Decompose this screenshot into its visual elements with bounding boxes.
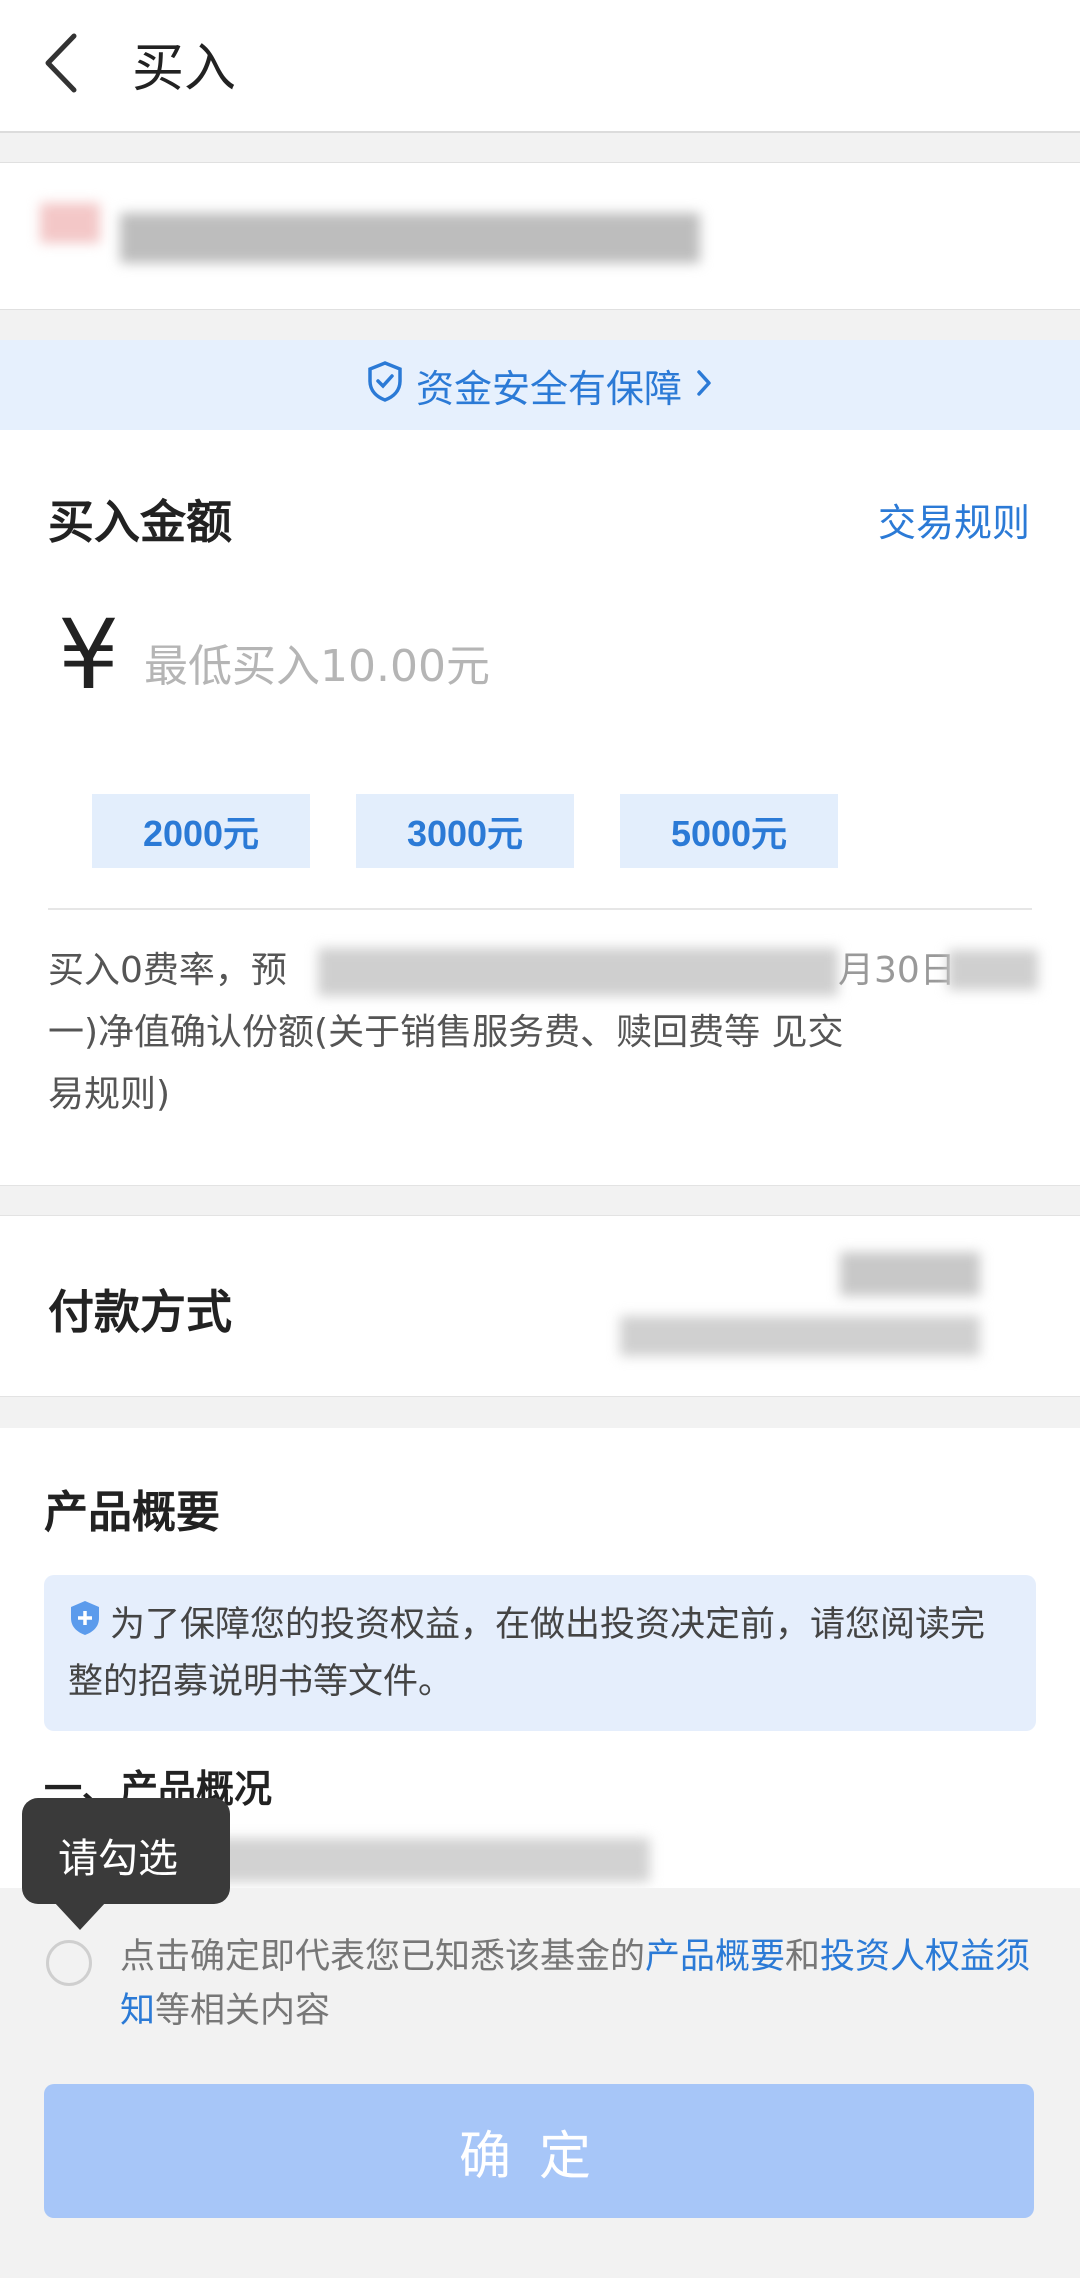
payment-method-title: 付款方式 [48, 1285, 232, 1339]
amount-input[interactable]: 最低买入10.00元 [144, 630, 490, 694]
payment-method-row[interactable]: 付款方式 [0, 1215, 1080, 1397]
buy-amount-title: 买入金额 [48, 495, 232, 549]
notice-line1-end: 月30日 [838, 950, 956, 991]
notice-line2-end: 见交 [771, 1012, 844, 1053]
notice-obscured [318, 948, 838, 996]
fund-logo-obscured [40, 203, 100, 243]
overview-content-obscured [160, 1838, 650, 1882]
confirm-button[interactable]: 确定 [44, 2084, 1034, 2218]
buy-amount-section: 买入金额 交易规则 ¥ 最低买入10.00元 2000元 3000元 5000元… [0, 430, 1080, 1186]
agreement-prefix: 点击确定即代表您已知悉该基金的 [120, 1937, 646, 1977]
fund-safety-banner[interactable]: 资金安全有保障 [0, 340, 1080, 430]
notice-line3: 易规则) [48, 1074, 171, 1115]
tip-text: 为了保障您的投资权益，在做出投资决定前，请您阅读完整的招募说明书等文件。 [68, 1605, 986, 1702]
back-arrow-icon[interactable] [42, 28, 82, 98]
investor-protection-tip: 为了保障您的投资权益，在做出投资决定前，请您阅读完整的招募说明书等文件。 [44, 1575, 1036, 1731]
agreement-checkbox[interactable] [46, 1940, 92, 1986]
notice-obscured [948, 950, 1038, 990]
quick-amount-3000-button[interactable]: 3000元 [356, 794, 574, 868]
product-summary-title: 产品概要 [44, 1487, 220, 1538]
page-title: 买入 [132, 39, 237, 99]
fund-info-card[interactable] [0, 162, 1080, 310]
agreement-suffix: 等相关内容 [155, 1991, 331, 2031]
fee-notice-text: 买入0费率，预 月30日 一)净值确认份额(关于销售服务费、赎回费等 见交 易规… [48, 940, 1038, 1126]
quick-amount-5000-button[interactable]: 5000元 [620, 794, 838, 868]
trading-rules-link[interactable]: 交易规则 [878, 492, 1030, 547]
safety-banner-text: 资金安全有保障 [415, 366, 682, 411]
notice-line2-start: 一)净值确认份额(关于销售服务费、赎回费等 [48, 1012, 761, 1053]
bottom-action-bar: 点击确定即代表您已知悉该基金的产品概要和投资人权益须知等相关内容 确定 [0, 1888, 1080, 2278]
chevron-right-icon [694, 363, 714, 407]
currency-symbol: ¥ [58, 599, 120, 711]
product-summary-link[interactable]: 产品概要 [645, 1937, 785, 1977]
quick-amount-2000-button[interactable]: 2000元 [92, 794, 310, 868]
divider [48, 908, 1032, 910]
payment-account-obscured [840, 1252, 980, 1296]
notice-line1-start: 买入0费率，预 [48, 950, 287, 991]
payment-detail-obscured [620, 1316, 980, 1356]
fund-name-obscured [120, 213, 700, 263]
agreement-text: 点击确定即代表您已知悉该基金的产品概要和投资人权益须知等相关内容 [120, 1930, 1040, 2038]
top-nav-bar: 买入 [0, 0, 1080, 133]
tooltip-arrow [54, 1902, 106, 1930]
shield-plus-icon [68, 1598, 102, 1654]
agreement-middle: 和 [785, 1937, 821, 1977]
check-reminder-tooltip: 请勾选 [22, 1798, 230, 1904]
shield-icon [366, 360, 404, 411]
